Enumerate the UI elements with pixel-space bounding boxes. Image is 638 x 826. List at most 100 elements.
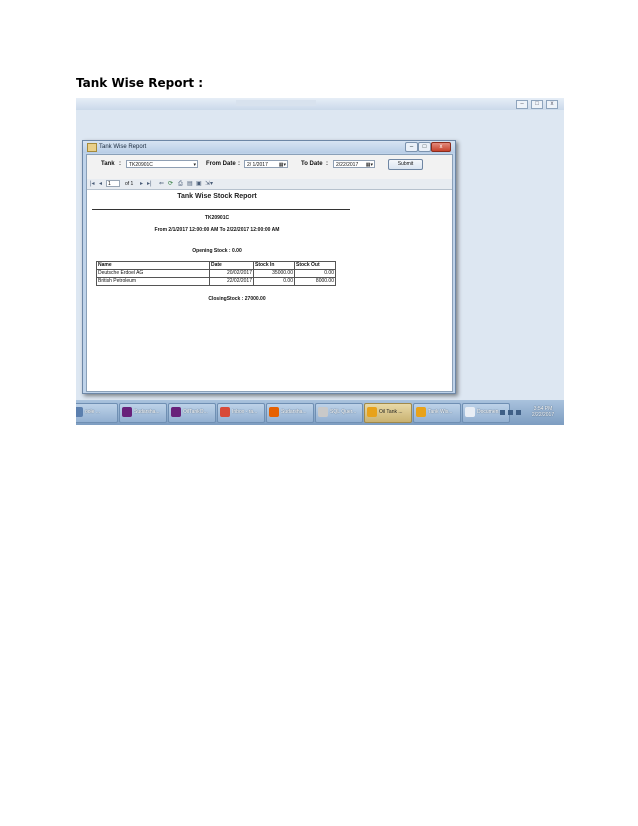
to-date-label: To Date [301,161,323,167]
column-header-stock-in: Stock In [253,261,295,270]
tank-label: Tank [101,161,115,167]
taskbar-button[interactable]: Tank Wis... [413,403,461,423]
taskbar-button[interactable]: OilTankO... [168,403,216,423]
taskbar-button[interactable]: Sudarsha... [266,403,314,423]
from-date-label: From Date [206,161,236,167]
from-date-separator: : [238,161,240,167]
first-page-icon[interactable]: |◂ [90,180,95,188]
taskbar: oole ... Sudarsha... OilTankO... Inbox - ra… [76,400,564,425]
closing-stock: ClosingStock : 27000.00 [208,296,266,302]
report-date-range: From 2/1/2017 12:00:00 AM To 2/22/2017 1… [154,227,280,233]
calendar-icon[interactable]: ▦▾ [366,161,373,169]
row-date: 20/02/2017 [209,269,254,278]
taskbar-button-label: SQL Quer... [330,409,357,415]
taskbar-button-label: Oil Tank ... [379,409,403,415]
chrome-icon [220,407,230,417]
tank-wise-report-window: Tank Wise Report – □ x Tank : TK20901C ▾… [82,140,456,394]
tank-select[interactable]: TK20901C ▾ [126,160,198,168]
taskbar-button-label: Sudarsha... [134,409,160,415]
taskbar-button-label: OilTankO... [183,409,208,415]
table-header-row: Name Date Stock In Stock Out [96,261,336,270]
row-name: Deutsche Erdoel AG [96,269,210,278]
previous-page-icon[interactable]: ◂ [99,180,102,188]
table-row: British Petroleum 22/02/2017 0.00 8000.0… [96,277,336,286]
window-titlebar[interactable]: Tank Wise Report – □ x [83,141,455,153]
tank-select-value: TK20901C [129,162,153,168]
taskbar-button[interactable]: SQL Quer... [315,403,363,423]
window-title: Tank Wise Report [99,144,147,150]
desktop-area: Tank Wise Report – □ x Tank : TK20901C ▾… [76,110,564,400]
tray-chevron-icon[interactable] [500,410,505,415]
row-name: British Petroleum [96,277,210,286]
taskbar-button[interactable]: Oil Tank ... [364,403,412,423]
report-canvas: Tank Wise Stock Report TK20901C From 2/1… [87,190,452,391]
row-stock-out: 8000.00 [294,277,336,286]
taskbar-button-label: Sudarsha... [281,409,307,415]
calendar-icon[interactable]: ▦▾ [279,161,286,169]
document-icon [465,407,475,417]
visual-studio-icon [122,407,132,417]
volume-icon[interactable] [516,410,521,415]
taskbar-button-label: Tank Wis... [428,409,453,415]
to-date-value: 2/22/2017 [336,162,359,168]
maximize-button[interactable]: □ [418,142,431,152]
taskbar-button-label: Documen... [477,409,503,415]
system-clock[interactable]: 3:54 PM 2/22/2017 [528,406,558,418]
current-page-input[interactable]: 1 [106,180,120,187]
chevron-down-icon[interactable]: ▾ [193,161,196,169]
background-window-title [236,100,316,106]
background-maximize-icon[interactable]: □ [531,100,543,109]
from-date-picker[interactable]: 2/ 1/2017 ▦▾ [244,160,288,168]
screenshot: – □ x Tank Wise Report – □ x Tank : TK20… [76,98,564,425]
taskbar-button[interactable]: oole ... [76,403,118,423]
back-icon[interactable]: ⇐ [159,180,164,188]
winform-icon [367,407,377,417]
page-setup-icon[interactable]: ▣ [196,180,202,188]
taskbar-button-label: oole ... [85,409,101,415]
to-date-separator: : [326,161,328,167]
sql-server-icon [318,407,328,417]
page-count: of 1 [125,181,134,187]
opening-stock: Opening Stock : 0.00 [192,248,242,254]
next-page-icon[interactable]: ▸ [140,180,143,188]
last-page-icon[interactable]: ▸| [147,180,152,188]
report-title-rule [92,209,350,210]
column-header-date: Date [209,261,254,270]
window-client: Tank : TK20901C ▾ From Date : 2/ 1/2017 … [86,154,453,392]
document-heading: Tank Wise Report : [76,76,204,90]
minimize-button[interactable]: – [405,142,418,152]
taskbar-button[interactable]: Sudarsha... [119,403,167,423]
report-viewer-toolbar: |◂ ◂ 1 of 1 ▸ ▸| ⇐ ⟳ ⎙ ▤ ▣ ⇲▾ [87,179,452,190]
report-title: Tank Wise Stock Report [177,193,257,200]
column-header-name: Name [96,261,210,270]
taskbar-button-label: Inbox - ra... [232,409,258,415]
clock-date: 2/22/2017 [531,412,555,418]
background-close-icon[interactable]: x [546,100,558,109]
submit-button[interactable]: Submit [388,159,423,170]
row-stock-in: 35000.00 [253,269,295,278]
tank-separator: : [119,161,121,167]
background-minimize-icon[interactable]: – [516,100,528,109]
taskbar-button[interactable]: Inbox - ra... [217,403,265,423]
app-icon [76,407,83,417]
table-row: Deutsche Erdoel AG 20/02/2017 35000.00 0… [96,269,336,278]
print-icon[interactable]: ⎙ [178,180,183,188]
winform-icon [416,407,426,417]
close-button[interactable]: x [431,142,451,152]
column-header-stock-out: Stock Out [294,261,336,270]
row-stock-in: 0.00 [253,277,295,286]
report-tank: TK20901C [204,215,230,221]
from-date-value: 2/ 1/2017 [247,162,268,168]
row-date: 22/02/2017 [209,277,254,286]
export-icon[interactable]: ⇲▾ [205,180,213,188]
row-stock-out: 0.00 [294,269,336,278]
form-icon [87,143,97,152]
firefox-icon [269,407,279,417]
network-icon[interactable] [508,410,513,415]
background-window-titlebar: – □ x [76,98,564,110]
to-date-picker[interactable]: 2/22/2017 ▦▾ [333,160,375,168]
print-layout-icon[interactable]: ▤ [187,180,193,188]
stock-table: Name Date Stock In Stock Out Deutsche Er… [96,261,336,286]
refresh-icon[interactable]: ⟳ [168,180,173,188]
visual-studio-icon [171,407,181,417]
